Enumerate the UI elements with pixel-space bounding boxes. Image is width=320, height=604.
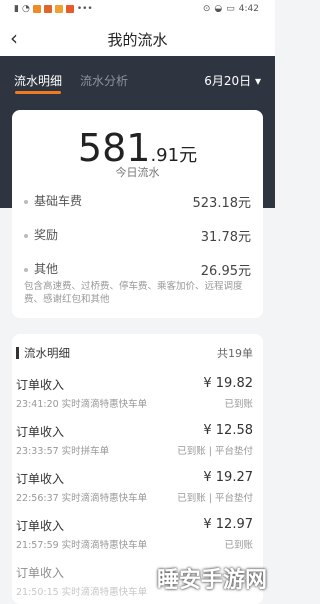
item-type: 订单收入 — [16, 519, 65, 533]
item-time: 21:57:59 实时滴滴特惠快车单 — [16, 540, 148, 551]
bullet-dot-icon — [24, 233, 28, 238]
item-type: 订单收入 — [16, 472, 65, 486]
row-value: 26.95元 — [200, 264, 251, 279]
row-value: 523.18元 — [192, 196, 252, 211]
tab-flow-analysis[interactable]: 流水分析 — [80, 72, 128, 89]
item-amount: ¥ 12.97 — [203, 517, 253, 532]
nav-header: ‹ 我的流水 — [0, 20, 275, 56]
section-bar-icon — [16, 347, 19, 359]
item-time: 22:56:37 实时滴滴特惠快车单 — [16, 493, 148, 504]
app-icon-4 — [65, 5, 74, 13]
item-time: 21:50:15 实时滴滴特惠快车单 — [16, 587, 148, 598]
wifi-icon: ◔ — [21, 4, 30, 14]
summary-card: 581.91元 今日流水 基础车费 523.18元 奖励 31.78元 其他 2… — [12, 110, 263, 318]
row-value: 31.78元 — [200, 230, 251, 245]
date-selector[interactable]: 6月20日 ▾ — [204, 72, 261, 89]
list-header: 流水明细 共19单 — [12, 344, 263, 364]
status-time: 4:42 — [238, 4, 259, 14]
amount-decimal: .91元 — [150, 145, 198, 166]
wifi-icon: ◒ — [214, 4, 223, 14]
item-type: 订单收入 — [16, 425, 65, 439]
item-status: 已到账 — [224, 399, 253, 410]
row-label: 其他 — [34, 262, 59, 276]
list-title: 流水明细 — [24, 346, 70, 360]
status-left: ▮ ◔ ••• — [14, 4, 93, 14]
item-status: 已到账 — [224, 540, 253, 551]
page-title: 我的流水 — [107, 31, 168, 49]
row-label: 奖励 — [34, 228, 59, 242]
item-time: 23:33:57 实时拼车单 — [16, 446, 110, 457]
item-type: 订单收入 — [16, 378, 65, 392]
bullet-dot-icon — [24, 267, 28, 272]
bullet-dot-icon — [24, 199, 28, 204]
app-icon-3 — [54, 5, 63, 13]
summary-row-other: 其他 26.95元 — [24, 260, 251, 279]
item-amount: ¥ 19.27 — [203, 470, 253, 485]
other-fees-note: 包含高速费、过桥费、停车费、乘客加价、远程调度费、感谢红包和其他 — [24, 281, 243, 305]
item-amount: ¥ 12.58 — [203, 423, 253, 438]
summary-row-reward: 奖励 31.78元 — [24, 226, 251, 245]
order-count: 共19单 — [217, 347, 253, 360]
status-right: ⊙ ◒ ▭ 4:42 — [203, 4, 259, 14]
item-type: 订单收入 — [16, 566, 65, 580]
list-item[interactable]: 订单收入 ¥ 19.27 22:56:37 实时滴滴特惠快车单 已到账 | 平台… — [12, 468, 263, 514]
summary-row-base-fare: 基础车费 523.18元 — [24, 192, 252, 211]
sim-icon: ▮ — [14, 4, 19, 14]
item-status: 已到账 | 平台垫付 — [177, 493, 253, 504]
active-tab-indicator — [15, 91, 61, 94]
row-label: 基础车费 — [34, 194, 83, 208]
today-caption: 今日流水 — [115, 166, 160, 179]
more-dots-icon: ••• — [76, 4, 93, 14]
site-watermark: 睡安手游网 — [156, 568, 267, 593]
status-bar: ▮ ◔ ••• ⊙ ◒ ▭ 4:42 — [0, 0, 275, 20]
item-amount: ¥ 19.82 — [203, 376, 253, 391]
item-status: 已到账 | 平台垫付 — [177, 446, 253, 457]
tab-bar: 流水明细 流水分析 6月20日 ▾ — [0, 56, 275, 98]
app-icon-1 — [32, 5, 41, 13]
tab-flow-detail[interactable]: 流水明细 — [14, 72, 62, 89]
app-icon-2 — [43, 5, 52, 13]
list-item[interactable]: 订单收入 ¥ 12.58 23:33:57 实时拼车单 已到账 | 平台垫付 — [12, 421, 263, 467]
location-icon: ⊙ — [202, 4, 211, 14]
list-item[interactable]: 订单收入 ¥ 12.97 21:57:59 实时滴滴特惠快车单 已到账 — [12, 515, 263, 561]
list-item[interactable]: 订单收入 ¥ 19.82 23:41:20 实时滴滴特惠快车单 已到账 — [12, 374, 263, 420]
item-time: 23:41:20 实时滴滴特惠快车单 — [16, 399, 148, 410]
battery-icon: ▭ — [226, 4, 235, 14]
